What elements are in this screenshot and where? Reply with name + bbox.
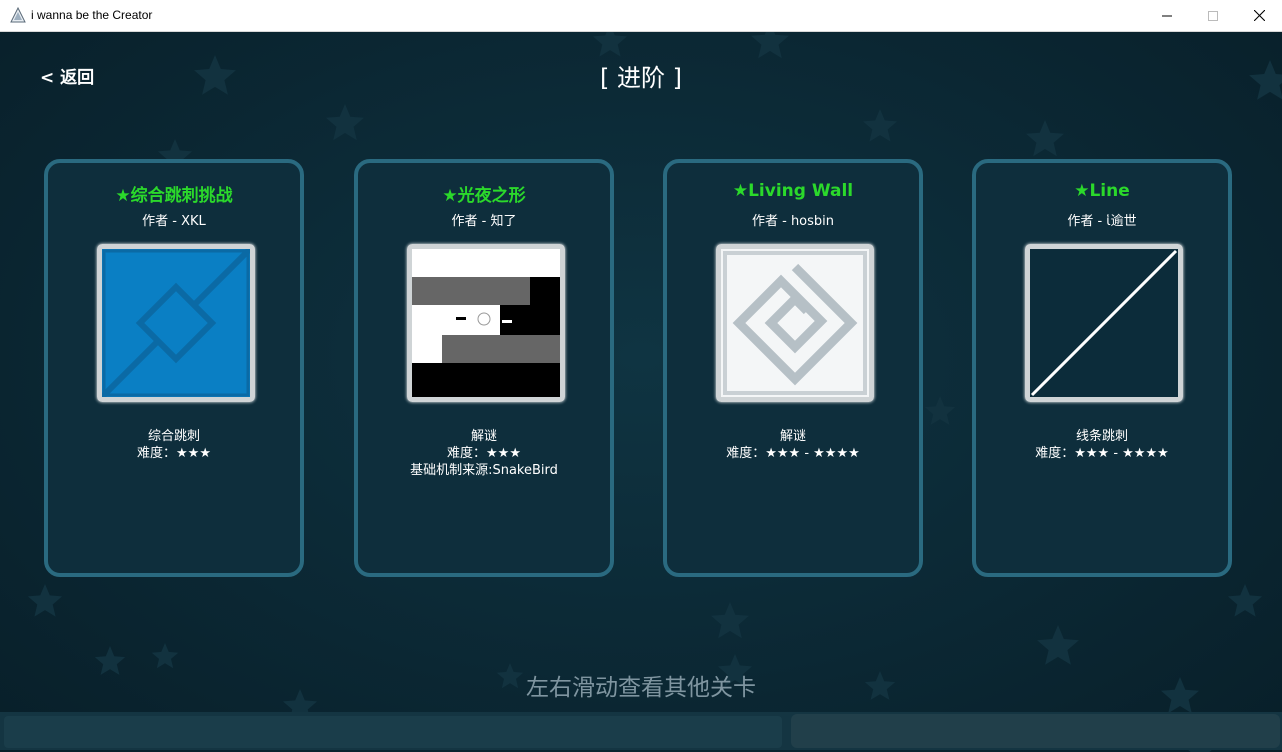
scrollbar-thumb[interactable] [791,714,1280,748]
background-star-icon [1227,584,1263,617]
background-star-icon [751,32,789,59]
background-star-icon [1026,120,1064,157]
background-star-icon [1249,60,1282,100]
back-button[interactable]: < 返回 [40,63,94,88]
background-star-icon [151,643,179,669]
level-category: 解谜 [470,429,497,444]
level-card-2[interactable]: ★光夜之形 作者 - 知了 解谜 难度：★★★ 基础机制来源:SnakeBird [354,159,614,577]
level-info: 解谜 难度：★★★ - ★★★★ [667,428,919,462]
background-star-icon [27,584,63,617]
background-star-icon [1037,625,1079,665]
game-window: i wanna be the Creator < 返回 [ 进阶 ] ★综合跳刺… [0,0,1282,752]
maximize-icon [1208,10,1218,21]
background-star-icon [864,671,896,700]
level-info: 线条跳刺 难度：★★★ - ★★★★ [976,428,1228,462]
triangle-app-icon [10,7,26,23]
background-star-icon [924,396,956,425]
background-star-icon [862,109,898,142]
level-info: 综合跳刺 难度：★★★ [48,428,300,462]
background-star-icon [592,32,628,57]
black-white-maze-thumbnail [407,244,565,402]
level-card-3[interactable]: ★Living Wall 作者 - hosbin 解谜 难度：★★★ - ★★★… [663,159,923,577]
level-title: ★综合跳刺挑战 [115,186,233,206]
background-star-icon [326,104,364,141]
level-author: 作者 - hosbin [751,214,835,229]
level-select-screen: < 返回 [ 进阶 ] ★综合跳刺挑战 作者 - XKL 综合跳刺 难度：★★★ [0,32,1282,752]
close-icon [1253,10,1265,21]
background-star-icon [1161,677,1199,714]
level-extra: 基础机制来源:SnakeBird [410,463,558,478]
spiral-thumbnail [716,244,874,402]
background-star-icon [194,55,236,95]
level-title: ★光夜之形 [442,186,526,206]
level-card-4[interactable]: ★Line 作者 - ἱ逾世 线条跳刺 难度：★★★ - ★★★★ [972,159,1232,577]
minimize-button[interactable] [1144,0,1190,31]
level-difficulty: 难度：★★★ - ★★★★ [726,446,860,461]
level-difficulty: 难度：★★★ [447,446,521,461]
blue-diamond-thumbnail [97,244,255,402]
swipe-hint: 左右滑动查看其他关卡 [526,675,756,701]
scrollbar-track-left [4,716,782,748]
level-title: ★Living Wall [732,181,854,201]
level-author: 作者 - 知了 [451,214,517,229]
minimize-icon [1162,15,1172,16]
level-category: 线条跳刺 [1075,429,1128,444]
maximize-button[interactable] [1190,0,1236,31]
level-category: 综合跳刺 [147,429,200,444]
level-category: 解谜 [779,429,806,444]
level-difficulty: 难度：★★★ [137,446,211,461]
background-star-icon [711,602,749,639]
title-bar[interactable]: i wanna be the Creator [0,0,1282,32]
level-author: 作者 - ἱ逾世 [1067,214,1137,229]
window-title: i wanna be the Creator [31,8,153,22]
background-star-icon [94,646,126,675]
level-card-1[interactable]: ★综合跳刺挑战 作者 - XKL 综合跳刺 难度：★★★ [44,159,304,577]
level-title: ★Line [1074,181,1130,201]
diagonal-line-thumbnail [1025,244,1183,402]
level-author: 作者 - XKL [142,214,206,229]
close-button[interactable] [1236,0,1282,31]
level-difficulty: 难度：★★★ - ★★★★ [1035,446,1169,461]
page-title: [ 进阶 ] [600,64,682,92]
level-info: 解谜 难度：★★★ 基础机制来源:SnakeBird [358,428,610,479]
